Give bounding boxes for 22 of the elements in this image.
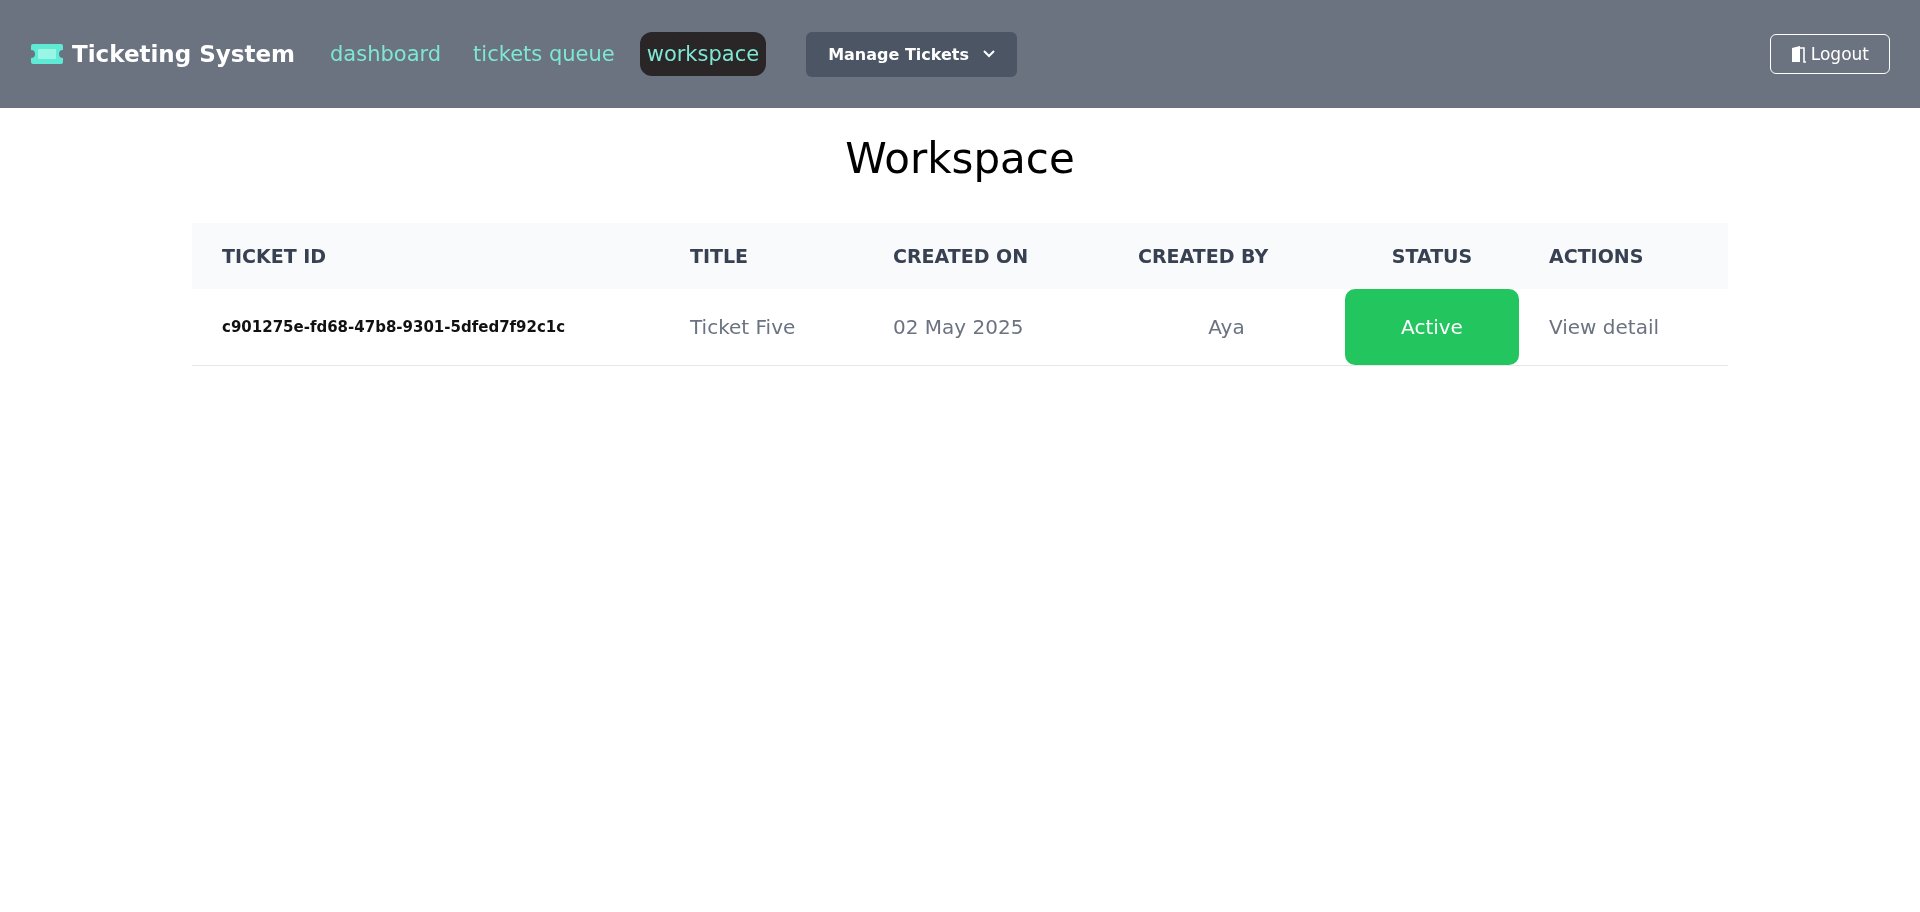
ticket-id-cell-text: c901275e-fd68-47b8-9301-5dfed7f92c1c: [221, 318, 567, 336]
table-cell-text: Aya: [1207, 315, 1246, 339]
logout-button[interactable]: Logout: [1769, 34, 1890, 74]
door-icon: [1790, 45, 1807, 63]
column-header: TITLE: [689, 245, 750, 267]
column-header: TICKET ID: [221, 245, 328, 267]
nav-link[interactable]: workspace: [639, 32, 767, 76]
table-cell-text: 02 May 2025: [892, 315, 1025, 339]
chevron-icon: [983, 50, 996, 58]
nav-link[interactable]: tickets queue: [466, 32, 622, 76]
ticket-icon: [30, 43, 64, 65]
view-detail-link[interactable]: View detail: [1519, 315, 1728, 339]
nav-link[interactable]: dashboard: [323, 32, 449, 76]
manage-tickets-dropdown[interactable]: Manage Tickets: [806, 31, 1018, 77]
page-title: Workspace: [844, 134, 1076, 183]
column-header: ACTIONS: [1548, 245, 1645, 267]
column-header: CREATED BY: [1137, 245, 1270, 267]
table-cell-text: Ticket Five: [689, 315, 797, 339]
column-header: STATUS: [1390, 245, 1474, 267]
brand-title: Ticketing System: [72, 41, 295, 67]
status-badge: Active: [1345, 289, 1519, 365]
column-header: CREATED ON: [892, 245, 1030, 267]
